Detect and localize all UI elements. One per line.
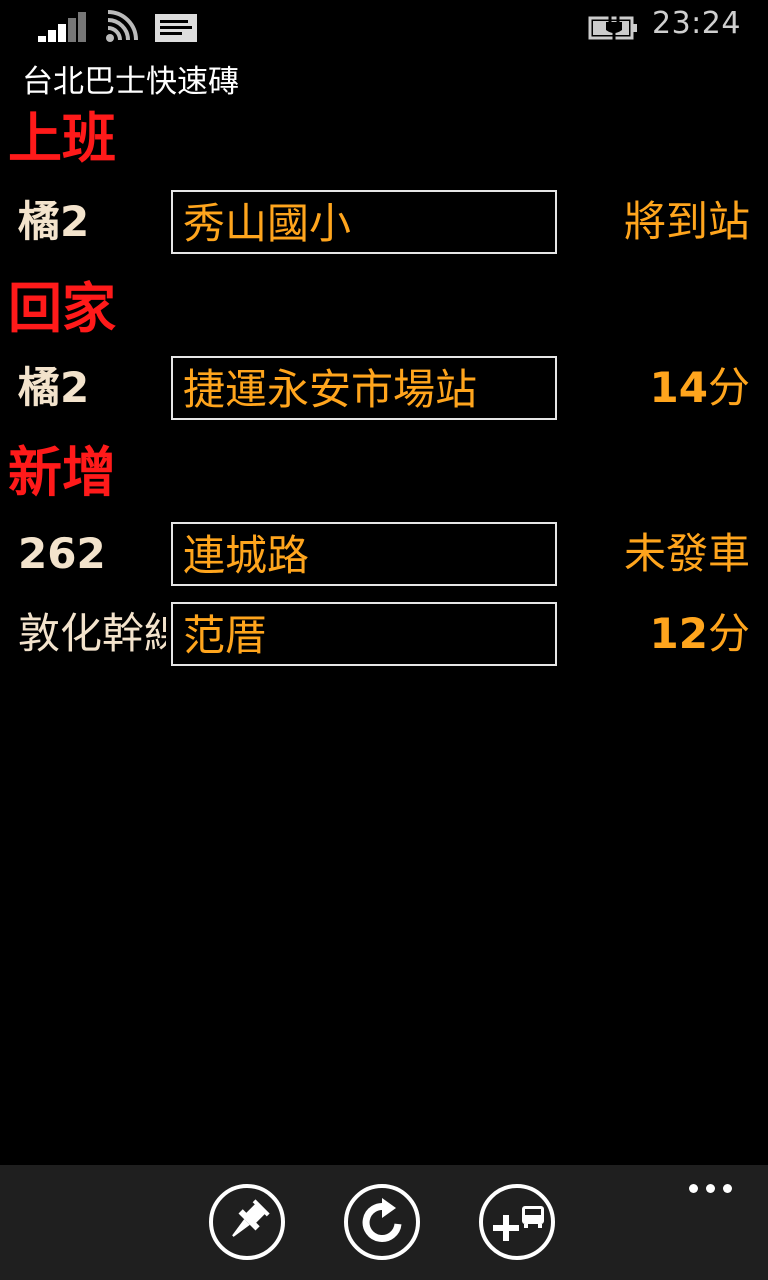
refresh-button[interactable] [344,1184,420,1260]
eta-text: 分 [707,609,750,658]
eta-number: 14 [649,363,708,412]
signal-icon [38,12,86,42]
app-title: 台北巴士快速磚 [22,64,239,100]
eta-status: 將到站 [624,190,750,254]
battery-charging-icon [588,14,637,40]
route-row[interactable]: 橘2 捷運永安市場站 14分 [0,356,768,420]
status-bar: 23:24 [0,0,768,56]
eta-status: 12分 [650,602,750,666]
section-heading-work: 上班 [8,107,116,170]
eta-text: 未發車 [623,529,750,578]
eta-status: 未發車 [624,522,750,586]
eta-text: 分 [707,363,750,412]
eta-number: 12 [649,609,708,658]
route-name: 敦化幹線 [18,609,166,658]
pin-button[interactable] [209,1184,285,1260]
stop-field[interactable]: 連城路 [171,522,557,586]
route-row[interactable]: 敦化幹線 范厝 12分 [0,602,768,666]
route-row[interactable]: 262 連城路 未發車 [0,522,768,586]
stop-field[interactable]: 秀山國小 [171,190,557,254]
pin-icon [232,1199,270,1237]
section-heading-add: 新增 [8,441,116,504]
section-heading-home: 回家 [8,277,116,340]
status-time: 23:24 [652,6,741,41]
route-name: 262 [18,529,106,578]
route-name: 橘2 [18,197,90,246]
stop-name: 連城路 [183,531,310,580]
add-bus-button[interactable] [479,1184,555,1260]
refresh-icon [362,1198,402,1242]
add-bus-icon [493,1206,544,1241]
stop-field[interactable]: 捷運永安市場站 [171,356,557,420]
eta-status: 14分 [650,356,750,420]
stop-name: 捷運永安市場站 [183,365,478,414]
wifi-icon [106,10,138,42]
route-name: 橘2 [18,363,90,412]
eta-text: 將到站 [623,197,750,246]
stop-name: 秀山國小 [183,199,352,248]
more-dots-icon[interactable] [686,1179,734,1199]
stop-field[interactable]: 范厝 [171,602,557,666]
route-row[interactable]: 橘2 秀山國小 將到站 [0,190,768,254]
app-bar [0,1165,768,1280]
message-icon [155,14,197,42]
stop-name: 范厝 [183,611,268,660]
